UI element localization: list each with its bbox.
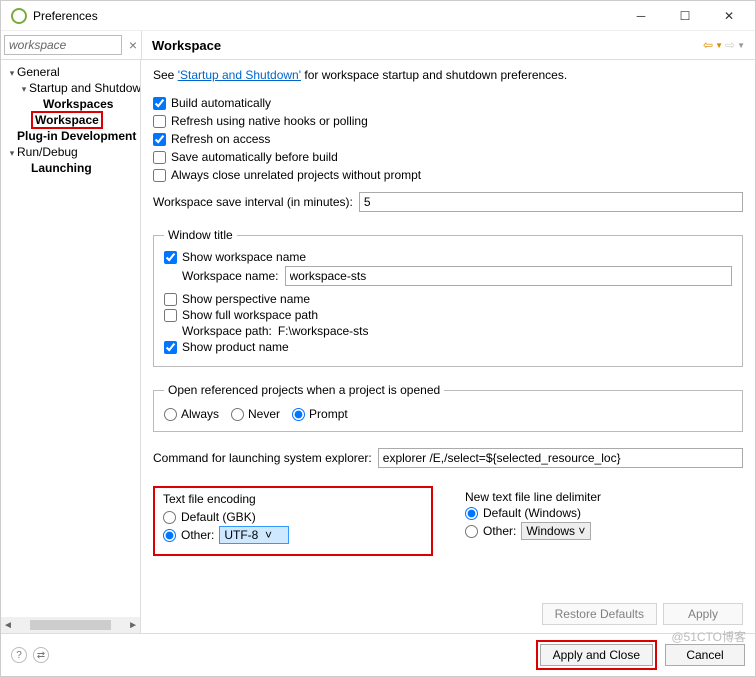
- build-auto-label: Build automatically: [171, 96, 271, 110]
- save-interval-input[interactable]: [359, 192, 743, 212]
- encoding-legend: Text file encoding: [163, 492, 423, 506]
- preferences-tree[interactable]: ▾General ▾Startup and Shutdown Workspace…: [1, 60, 141, 633]
- open-referenced-legend: Open referenced projects when a project …: [164, 383, 444, 397]
- delimiter-default-radio[interactable]: [465, 507, 478, 520]
- forward-icon: ⇨: [725, 38, 735, 52]
- startup-shutdown-link[interactable]: 'Startup and Shutdown': [178, 68, 301, 82]
- show-product-checkbox[interactable]: [164, 341, 177, 354]
- open-referenced-group: Open referenced projects when a project …: [153, 383, 743, 432]
- build-auto-checkbox[interactable]: [153, 97, 166, 110]
- restore-defaults-button[interactable]: Restore Defaults: [542, 603, 657, 625]
- window-title: Preferences: [33, 9, 619, 23]
- back-menu-icon[interactable]: ▼: [715, 41, 723, 50]
- tree-workspace[interactable]: Workspace: [31, 111, 103, 129]
- scroll-left-icon[interactable]: ◄: [3, 620, 13, 631]
- close-unrelated-label: Always close unrelated projects without …: [171, 168, 421, 182]
- show-full-path-checkbox[interactable]: [164, 309, 177, 322]
- maximize-button[interactable]: ☐: [663, 2, 707, 30]
- explorer-input[interactable]: [378, 448, 743, 468]
- tree-launching[interactable]: Launching: [31, 161, 92, 175]
- cancel-button[interactable]: Cancel: [665, 644, 745, 666]
- window-title-group: Window title Show workspace name Workspa…: [153, 228, 743, 367]
- show-perspective-checkbox[interactable]: [164, 293, 177, 306]
- encoding-default-radio[interactable]: [163, 511, 176, 524]
- main-panel: See 'Startup and Shutdown' for workspace…: [141, 60, 755, 633]
- tree-startup[interactable]: Startup and Shutdown: [29, 81, 141, 95]
- tree-scrollbar[interactable]: ◄ ►: [1, 617, 140, 633]
- prompt-radio[interactable]: [292, 408, 305, 421]
- delimiter-other-radio[interactable]: [465, 525, 478, 538]
- save-before-build-checkbox[interactable]: [153, 151, 166, 164]
- apply-button[interactable]: Apply: [663, 603, 743, 625]
- titlebar: Preferences ─ ☐ ✕: [1, 1, 755, 31]
- explorer-label: Command for launching system explorer:: [153, 451, 372, 465]
- always-radio[interactable]: [164, 408, 177, 421]
- tree-workspaces[interactable]: Workspaces: [43, 97, 113, 111]
- tree-run-debug[interactable]: Run/Debug: [17, 145, 78, 159]
- clear-filter-icon[interactable]: ×: [125, 38, 141, 52]
- refresh-access-checkbox[interactable]: [153, 133, 166, 146]
- ws-name-label: Workspace name:: [182, 269, 279, 283]
- ws-name-input[interactable]: [285, 266, 733, 286]
- scroll-thumb[interactable]: [30, 620, 111, 630]
- ws-path-value: F:\workspace-sts: [278, 324, 369, 338]
- minimize-button[interactable]: ─: [619, 2, 663, 30]
- save-before-build-label: Save automatically before build: [171, 150, 338, 164]
- help-icon[interactable]: ?: [11, 647, 27, 663]
- encoding-other-radio[interactable]: [163, 529, 176, 542]
- delimiter-combo[interactable]: Windows ˅: [521, 522, 591, 540]
- app-icon: [11, 8, 27, 24]
- page-title: Workspace: [152, 38, 221, 53]
- forward-menu-icon[interactable]: ▼: [737, 41, 745, 50]
- apply-close-button[interactable]: Apply and Close: [540, 644, 653, 666]
- never-radio[interactable]: [231, 408, 244, 421]
- save-interval-label: Workspace save interval (in minutes):: [153, 195, 353, 209]
- delimiter-legend: New text file line delimiter: [465, 490, 601, 504]
- refresh-hooks-checkbox[interactable]: [153, 115, 166, 128]
- refresh-hooks-label: Refresh using native hooks or polling: [171, 114, 368, 128]
- back-icon[interactable]: ⇦: [703, 38, 713, 52]
- refresh-access-label: Refresh on access: [171, 132, 270, 146]
- close-unrelated-checkbox[interactable]: [153, 169, 166, 182]
- intro-text: See 'Startup and Shutdown' for workspace…: [153, 68, 743, 82]
- filter-bar: × Workspace ⇦ ▼ ⇨ ▼: [1, 31, 755, 60]
- close-button[interactable]: ✕: [707, 2, 751, 30]
- delimiter-group: New text file line delimiter Default (Wi…: [457, 486, 609, 556]
- footer: ? ⇄ Apply and Close Cancel: [1, 633, 755, 676]
- import-export-icon[interactable]: ⇄: [33, 647, 49, 663]
- ws-path-label: Workspace path:: [182, 324, 272, 338]
- show-ws-name-checkbox[interactable]: [164, 251, 177, 264]
- filter-input[interactable]: [4, 35, 122, 55]
- tree-general[interactable]: General: [17, 65, 60, 79]
- encoding-combo[interactable]: UTF-8 ˅: [219, 526, 289, 544]
- window-title-legend: Window title: [164, 228, 237, 242]
- nav-arrows: ⇦ ▼ ⇨ ▼: [703, 38, 745, 52]
- scroll-right-icon[interactable]: ►: [128, 620, 138, 631]
- encoding-group: Text file encoding Default (GBK) Other: …: [153, 486, 433, 556]
- tree-plugin-dev[interactable]: Plug-in Development: [17, 129, 136, 143]
